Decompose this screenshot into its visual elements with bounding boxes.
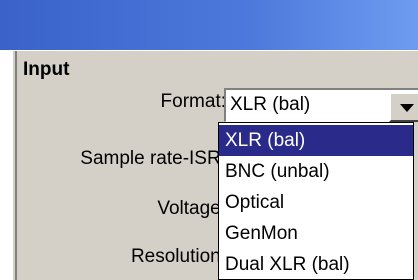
format-label: Format: [160, 91, 226, 112]
group-title: Input [23, 59, 70, 80]
format-option-bnc-unbal[interactable]: BNC (unbal) [219, 156, 413, 187]
format-option-dual-xlr-bal[interactable]: Dual XLR (bal) [219, 249, 413, 280]
app-window: Input Format: Sample rate-ISR: Voltage: … [0, 0, 418, 280]
window-title-bar[interactable] [0, 0, 418, 50]
format-option-optical[interactable]: Optical [219, 187, 413, 218]
sample-rate-label: Sample rate-ISR: [80, 148, 226, 169]
format-dropdown-button[interactable] [389, 92, 418, 122]
format-option-xlr-bal[interactable]: XLR (bal) [219, 125, 413, 156]
voltage-label: Voltage: [157, 198, 226, 219]
format-select[interactable]: XLR (bal) [224, 88, 418, 122]
format-option-genmon[interactable]: GenMon [219, 218, 413, 249]
format-dropdown-list: XLR (bal) BNC (unbal) Optical GenMon Dua… [218, 122, 414, 280]
resolution-label: Resolution: [130, 246, 226, 267]
chevron-down-icon [400, 104, 414, 112]
format-select-value: XLR (bal) [230, 94, 311, 115]
